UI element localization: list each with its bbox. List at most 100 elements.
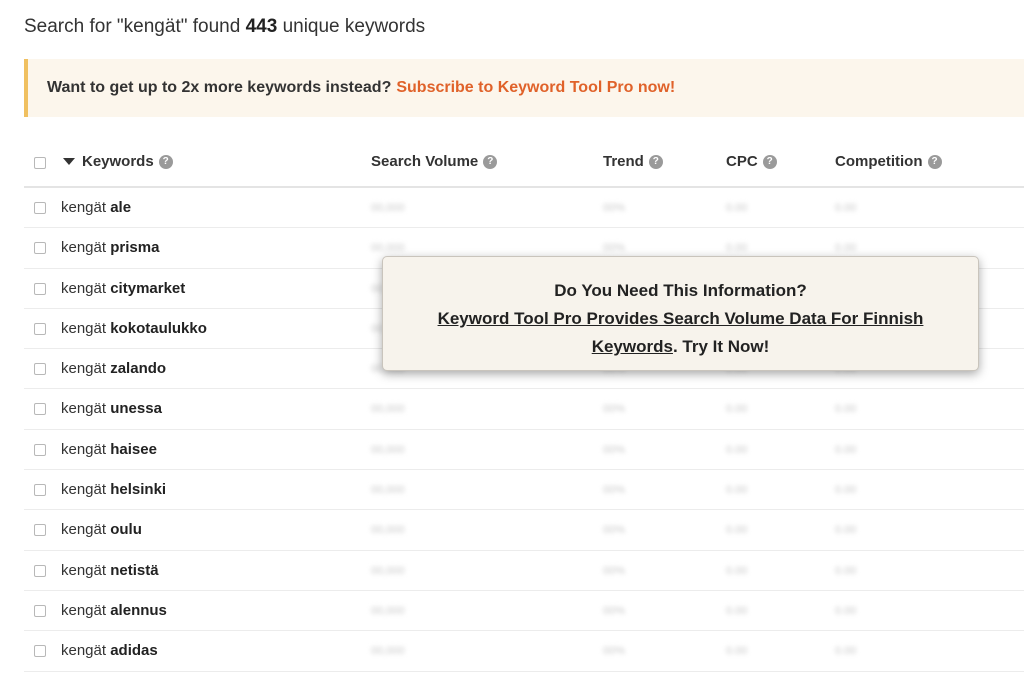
keyword-base: kengät bbox=[61, 319, 107, 337]
competition-cell: 0.00 bbox=[835, 645, 857, 658]
trend-cell: 00% bbox=[603, 484, 626, 497]
search-volume-cell: 00,000 bbox=[371, 645, 405, 658]
sort-desc-icon bbox=[63, 158, 75, 165]
column-keywords[interactable]: Keywords ? bbox=[63, 153, 173, 170]
table-header: Keywords ? Search Volume ? Trend ? CPC ?… bbox=[24, 138, 1024, 188]
modal-keywords-link[interactable]: Keywords bbox=[592, 337, 673, 356]
keyword-suffix: unessa bbox=[110, 400, 162, 418]
row-checkbox[interactable] bbox=[34, 363, 46, 376]
keyword-cell[interactable]: kengät helsinki bbox=[61, 481, 166, 498]
cpc-cell: 0.00 bbox=[726, 484, 748, 497]
keyword-suffix: netistä bbox=[110, 561, 159, 579]
row-checkbox[interactable] bbox=[34, 403, 46, 416]
competition-cell: 0.00 bbox=[835, 484, 857, 497]
row-checkbox[interactable] bbox=[34, 282, 46, 295]
keyword-count: 443 bbox=[245, 16, 278, 37]
results-summary: Search for "kengät" found 443 unique key… bbox=[24, 16, 425, 38]
cpc-cell: 0.00 bbox=[726, 443, 748, 456]
help-icon[interactable]: ? bbox=[762, 154, 777, 169]
column-competition[interactable]: Competition ? bbox=[835, 153, 942, 170]
row-checkbox[interactable] bbox=[34, 202, 46, 214]
row-checkbox[interactable] bbox=[34, 443, 46, 456]
row-checkbox[interactable] bbox=[34, 242, 46, 255]
trend-cell: 00% bbox=[603, 403, 626, 416]
table-row: kengät haisee 00,000 00% 0.00 0.00 bbox=[24, 430, 1024, 471]
keyword-base: kengät bbox=[61, 521, 107, 539]
keyword-cell[interactable]: kengät haisee bbox=[61, 441, 157, 458]
keyword-suffix: adidas bbox=[110, 642, 158, 660]
keyword-base: kengät bbox=[61, 642, 107, 660]
search-volume-cell: 00,000 bbox=[371, 524, 405, 537]
row-checkbox[interactable] bbox=[34, 322, 46, 335]
row-checkbox[interactable] bbox=[34, 645, 46, 658]
competition-cell: 0.00 bbox=[835, 604, 857, 617]
search-volume-cell: 00,000 bbox=[371, 403, 405, 416]
search-volume-cell: 00,000 bbox=[371, 443, 405, 456]
keyword-base: kengät bbox=[61, 601, 107, 619]
modal-upgrade-link[interactable]: Keyword Tool Pro Provides Search Volume … bbox=[438, 309, 924, 328]
keyword-base: kengät bbox=[61, 199, 107, 216]
cpc-cell: 0.00 bbox=[726, 242, 748, 255]
keyword-cell[interactable]: kengät prisma bbox=[61, 239, 159, 256]
search-volume-cell: 00,000 bbox=[371, 242, 405, 255]
column-cpc-label: CPC bbox=[726, 153, 758, 170]
help-icon[interactable]: ? bbox=[158, 154, 173, 169]
help-icon[interactable]: ? bbox=[483, 154, 498, 169]
competition-cell: 0.00 bbox=[835, 524, 857, 537]
help-icon[interactable]: ? bbox=[648, 154, 663, 169]
help-icon[interactable]: ? bbox=[927, 154, 942, 169]
keyword-cell[interactable]: kengät kokotaulukko bbox=[61, 320, 207, 337]
keyword-cell[interactable]: kengät citymarket bbox=[61, 280, 185, 297]
keyword-cell[interactable]: kengät ale bbox=[61, 199, 131, 216]
summary-prefix: Search for "kengät" found bbox=[24, 16, 241, 37]
keyword-base: kengät bbox=[61, 440, 107, 458]
cpc-cell: 0.00 bbox=[726, 645, 748, 658]
keyword-suffix: helsinki bbox=[110, 481, 167, 499]
cpc-cell: 0.00 bbox=[726, 403, 748, 416]
row-checkbox[interactable] bbox=[34, 484, 46, 497]
search-volume-cell: 00,000 bbox=[371, 202, 405, 214]
table-row: kengät oulu 00,000 00% 0.00 0.00 bbox=[24, 510, 1024, 551]
keyword-suffix: kokotaulukko bbox=[110, 319, 207, 337]
column-keywords-label: Keywords bbox=[82, 153, 154, 170]
column-search-volume-label: Search Volume bbox=[371, 153, 479, 170]
keyword-base: kengät bbox=[61, 400, 107, 418]
keyword-suffix: haisee bbox=[110, 440, 157, 458]
row-checkbox[interactable] bbox=[34, 604, 46, 617]
search-volume-cell: 00,000 bbox=[371, 484, 405, 497]
trend-cell: 00% bbox=[603, 645, 626, 658]
competition-cell: 0.00 bbox=[835, 564, 857, 577]
row-checkbox[interactable] bbox=[34, 524, 46, 537]
search-volume-cell: 00,000 bbox=[371, 604, 405, 617]
trend-cell: 00% bbox=[603, 524, 626, 537]
keyword-cell[interactable]: kengät zalando bbox=[61, 360, 166, 377]
keyword-cell[interactable]: kengät adidas bbox=[61, 642, 158, 659]
keyword-cell[interactable]: kengät netistä bbox=[61, 562, 159, 579]
trend-cell: 00% bbox=[603, 242, 626, 255]
cpc-cell: 0.00 bbox=[726, 202, 748, 214]
subscribe-link[interactable]: Subscribe to Keyword Tool Pro now! bbox=[396, 79, 675, 97]
table-row: kengät adidas 00,000 00% 0.00 0.00 bbox=[24, 631, 1024, 672]
column-trend[interactable]: Trend ? bbox=[603, 153, 663, 170]
keyword-suffix: ale bbox=[110, 199, 132, 216]
column-search-volume[interactable]: Search Volume ? bbox=[371, 153, 498, 170]
trend-cell: 00% bbox=[603, 604, 626, 617]
summary-suffix: unique keywords bbox=[282, 16, 426, 37]
keyword-cell[interactable]: kengät alennus bbox=[61, 602, 167, 619]
keyword-suffix: oulu bbox=[110, 521, 142, 539]
row-checkbox[interactable] bbox=[34, 564, 46, 577]
keyword-cell[interactable]: kengät unessa bbox=[61, 400, 162, 417]
table-row: kengät unessa 00,000 00% 0.00 0.00 bbox=[24, 389, 1024, 430]
cpc-cell: 0.00 bbox=[726, 524, 748, 537]
upgrade-modal[interactable]: Do You Need This Information? Keyword To… bbox=[382, 256, 979, 371]
column-competition-label: Competition bbox=[835, 153, 923, 170]
competition-cell: 0.00 bbox=[835, 403, 857, 416]
keyword-base: kengät bbox=[61, 481, 107, 499]
search-volume-cell: 00,000 bbox=[371, 564, 405, 577]
select-all-checkbox[interactable] bbox=[34, 157, 46, 169]
keyword-suffix: prisma bbox=[110, 239, 160, 257]
trend-cell: 00% bbox=[603, 564, 626, 577]
competition-cell: 0.00 bbox=[835, 202, 857, 214]
column-cpc[interactable]: CPC ? bbox=[726, 153, 777, 170]
keyword-cell[interactable]: kengät oulu bbox=[61, 521, 142, 538]
